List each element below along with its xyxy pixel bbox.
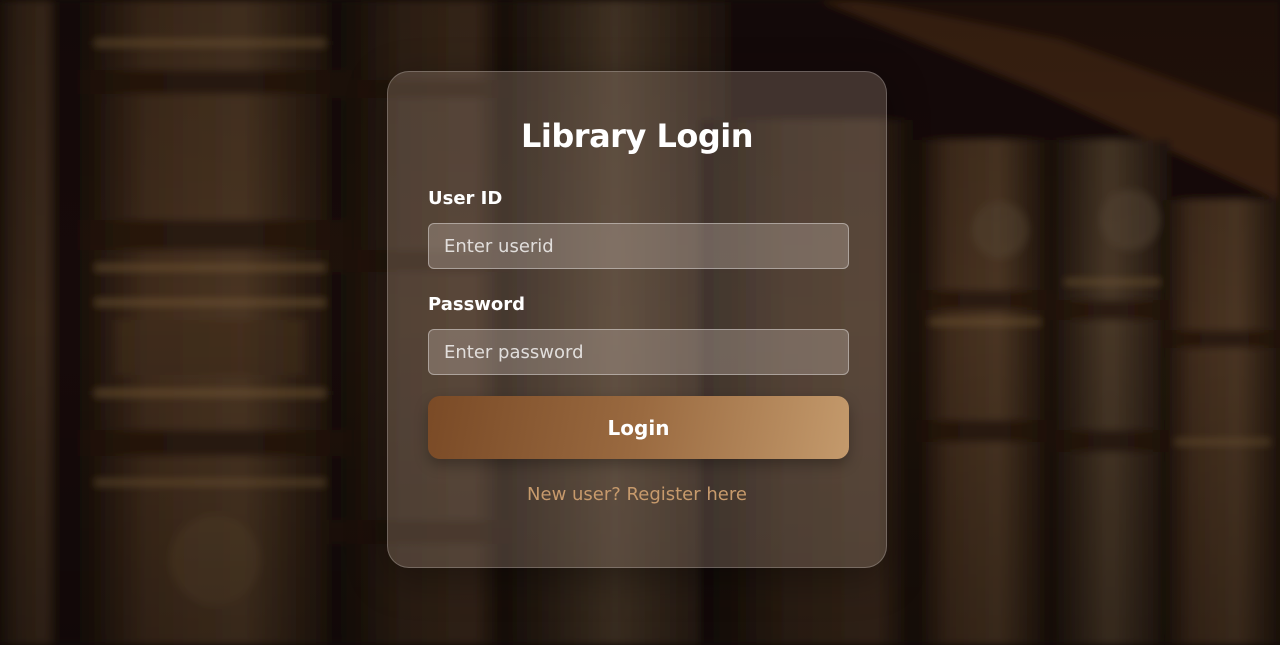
- userid-label: User ID: [428, 188, 503, 209]
- login-button[interactable]: Login: [428, 396, 849, 459]
- page-title: Library Login: [521, 117, 753, 155]
- password-label: Password: [428, 294, 526, 315]
- register-link[interactable]: New user? Register here: [388, 484, 886, 506]
- userid-input[interactable]: [428, 223, 849, 269]
- password-input[interactable]: [428, 329, 849, 375]
- login-card: Library Login User ID Password Login New…: [387, 71, 887, 568]
